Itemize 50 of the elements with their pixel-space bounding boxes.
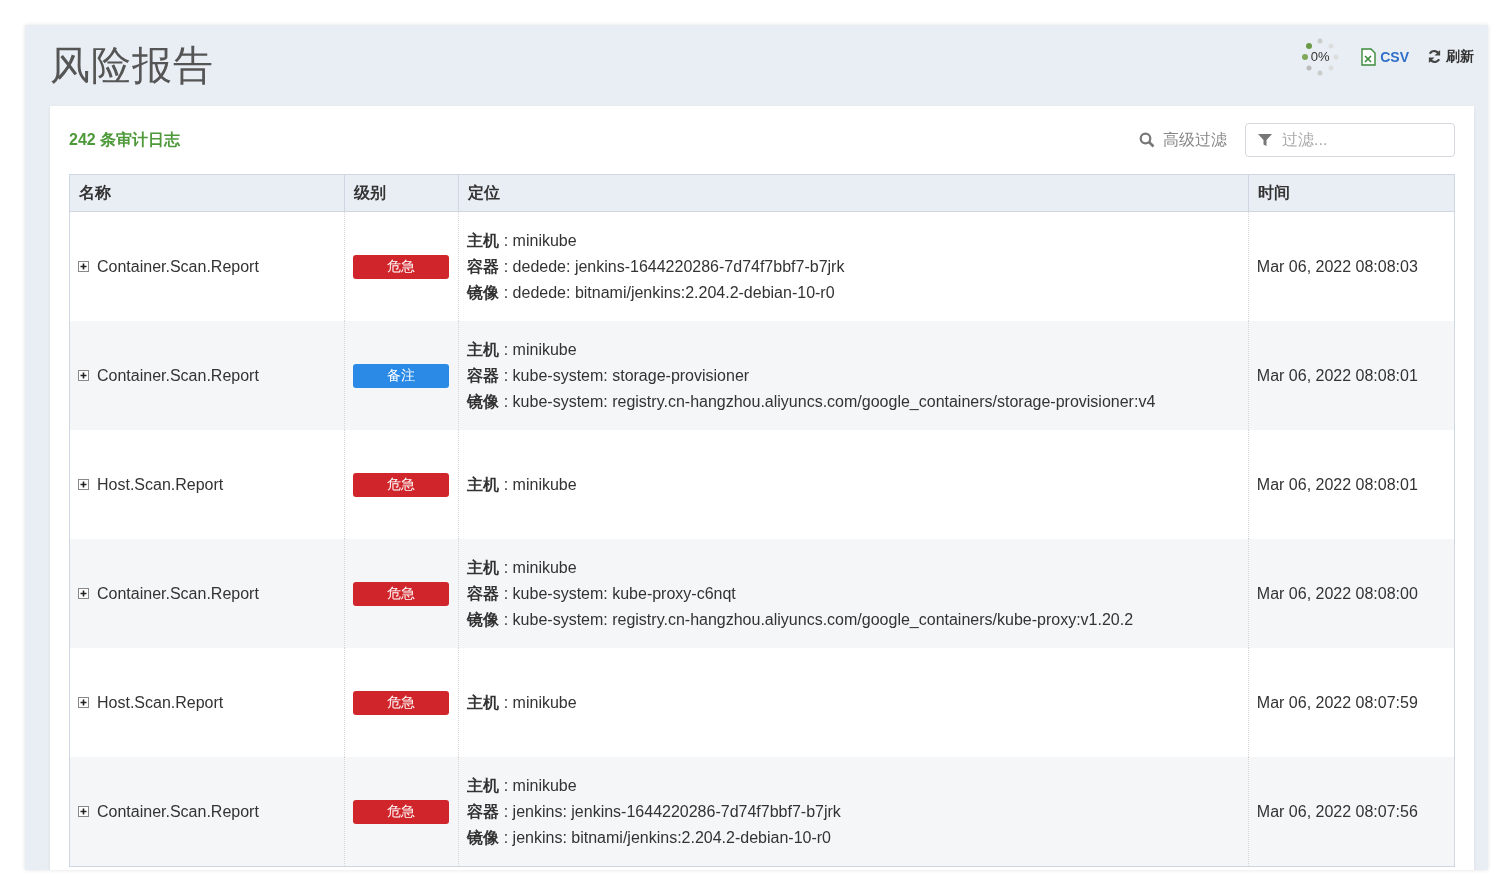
report-name: Host.Scan.Report bbox=[97, 693, 224, 712]
location-line: 容器 : jenkins: jenkins-1644220286-7d74f7bbf7-b7jrk bbox=[467, 801, 842, 822]
time-cell: Mar 06, 2022 08:07:56 bbox=[1248, 757, 1455, 867]
location-line: 主机 : minikube bbox=[467, 692, 578, 713]
expand-icon[interactable] bbox=[78, 806, 89, 817]
column-header[interactable]: 名称 bbox=[69, 174, 345, 212]
expand-icon[interactable] bbox=[78, 370, 89, 381]
expand-icon[interactable] bbox=[78, 588, 89, 599]
report-name: Container.Scan.Report bbox=[97, 802, 259, 821]
report-name: Container.Scan.Report bbox=[97, 257, 259, 276]
time-cell: Mar 06, 2022 08:08:00 bbox=[1248, 539, 1455, 648]
advanced-filter-link[interactable]: 高级过滤 bbox=[1139, 129, 1227, 151]
time-cell: Mar 06, 2022 08:08:01 bbox=[1248, 321, 1455, 430]
refresh-icon bbox=[1427, 49, 1442, 64]
report-name: Container.Scan.Report bbox=[97, 366, 259, 385]
expand-icon[interactable] bbox=[78, 697, 89, 708]
level-badge: 危急 bbox=[353, 581, 450, 606]
location-line: 容器 : kube-system: kube-proxy-c6nqt bbox=[467, 583, 737, 604]
report-name: Host.Scan.Report bbox=[97, 475, 224, 494]
location-line: 镜像 : jenkins: bitnami/jenkins:2.204.2-debian-10-r0 bbox=[467, 827, 832, 848]
level-badge: 危急 bbox=[353, 690, 450, 715]
location-line: 主机 : minikube bbox=[467, 474, 578, 495]
expand-icon[interactable] bbox=[78, 479, 89, 490]
level-badge: 备注 bbox=[353, 363, 450, 388]
location-line: 镜像 : dedede: bitnami/jenkins:2.204.2-debian-10-r0 bbox=[467, 282, 836, 303]
location-line: 主机 : minikube bbox=[467, 775, 578, 796]
refresh-button[interactable]: 刷新 bbox=[1427, 47, 1474, 66]
column-header[interactable]: 定位 bbox=[458, 174, 1249, 212]
location-line: 主机 : minikube bbox=[467, 557, 578, 578]
log-count: 242 条审计日志 bbox=[69, 129, 182, 150]
filter-field[interactable]: 过滤... bbox=[1245, 123, 1455, 157]
column-header[interactable]: 级别 bbox=[344, 174, 459, 212]
level-badge: 危急 bbox=[353, 799, 450, 824]
filter-icon bbox=[1258, 133, 1272, 147]
report-name: Container.Scan.Report bbox=[97, 584, 259, 603]
level-badge: 危急 bbox=[353, 472, 450, 497]
search-icon bbox=[1139, 132, 1155, 148]
location-line: 容器 : dedede: jenkins-1644220286-7d74f7bbf7-b7jrk bbox=[467, 256, 846, 277]
location-line: 镜像 : kube-system: registry.cn-hangzhou.aliyuncs.com/google_containers/kube-proxy:v1.20.2 bbox=[467, 609, 1135, 630]
location-line: 主机 : minikube bbox=[467, 230, 578, 251]
progress-indicator: 0% bbox=[1297, 36, 1344, 77]
level-badge: 危急 bbox=[353, 254, 450, 279]
csv-export-button[interactable]: CSV bbox=[1361, 47, 1409, 66]
expand-icon[interactable] bbox=[78, 261, 89, 272]
location-line: 镜像 : kube-system: registry.cn-hangzhou.aliyuncs.com/google_containers/storage-provisioner:v4 bbox=[467, 391, 1157, 412]
location-line: 主机 : minikube bbox=[467, 339, 578, 360]
location-line: 容器 : kube-system: storage-provisioner bbox=[467, 365, 751, 386]
page-title: 风险报告 bbox=[50, 42, 215, 89]
spreadsheet-icon bbox=[1361, 47, 1377, 66]
column-header[interactable]: 时间 bbox=[1248, 174, 1455, 212]
